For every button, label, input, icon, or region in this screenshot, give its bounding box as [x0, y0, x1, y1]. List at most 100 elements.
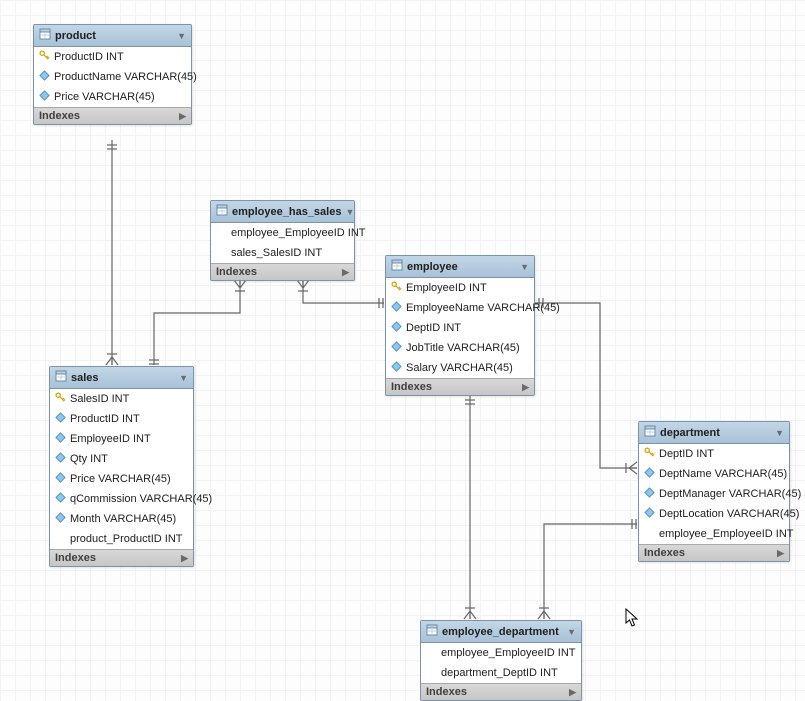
table-header[interactable]: product▼ [34, 25, 191, 47]
column-row[interactable]: ProductID INT [50, 409, 193, 429]
table-product[interactable]: product▼ ProductID INT ProductName VARCHAR… [33, 24, 192, 125]
collapse-arrow-icon[interactable]: ▼ [775, 428, 784, 438]
column-text: sales_SalesID INT [231, 247, 322, 259]
column-text: ProductName VARCHAR(45) [54, 71, 197, 83]
column-row[interactable]: DeptID INT [386, 318, 534, 338]
collapse-arrow-icon[interactable]: ▼ [345, 207, 354, 217]
column-row[interactable]: DeptName VARCHAR(45) [639, 464, 789, 484]
column-row[interactable]: JobTitle VARCHAR(45) [386, 338, 534, 358]
column-row[interactable]: employee_EmployeeID INT [211, 223, 354, 243]
column-text: EmployeeID INT [70, 433, 151, 445]
column-row[interactable]: DeptLocation VARCHAR(45) [639, 504, 789, 524]
indexes-label: Indexes [426, 686, 569, 698]
column-row[interactable]: SalesID INT [50, 389, 193, 409]
column-row[interactable]: EmployeeID INT [50, 429, 193, 449]
diamond-icon [391, 341, 402, 355]
key-icon [391, 281, 402, 295]
column-text: department_DeptID INT [441, 667, 558, 679]
table-header[interactable]: employee_department ▼ [421, 621, 581, 643]
expand-arrow-icon[interactable]: ▶ [777, 548, 784, 559]
column-text: employee_EmployeeID INT [231, 227, 366, 239]
column-row[interactable]: Price VARCHAR(45) [34, 87, 191, 107]
column-row[interactable]: EmployeeID INT [386, 278, 534, 298]
expand-arrow-icon[interactable]: ▶ [522, 382, 529, 393]
table-icon [644, 425, 656, 440]
key-icon [644, 447, 655, 461]
indexes-label: Indexes [55, 552, 181, 564]
column-text: DeptID INT [406, 322, 461, 334]
table-icon [426, 624, 438, 639]
table-icon [391, 259, 403, 274]
table-header[interactable]: employee_has_sales ▼ [211, 201, 354, 223]
column-row[interactable]: Qty INT [50, 449, 193, 469]
column-text: product_ProductID INT [70, 533, 183, 545]
collapse-arrow-icon[interactable]: ▼ [177, 31, 186, 41]
diamond-icon [55, 452, 66, 466]
indexes-footer[interactable]: Indexes▶ [639, 544, 789, 561]
indexes-label: Indexes [644, 547, 777, 559]
column-text: qCommission VARCHAR(45) [70, 493, 212, 505]
indexes-label: Indexes [391, 381, 522, 393]
table-department[interactable]: department ▼ DeptID INTDeptName VARCHAR(45… [638, 421, 790, 562]
table-header[interactable]: employee▼ [386, 256, 534, 278]
indexes-footer[interactable]: Indexes▶ [34, 107, 191, 124]
column-row[interactable]: department_DeptID INT [421, 663, 581, 683]
column-row[interactable]: qCommission VARCHAR(45) [50, 489, 193, 509]
indexes-footer[interactable]: Indexes▶ [386, 378, 534, 395]
table-title: sales [71, 372, 175, 384]
column-text: ProductID INT [54, 51, 124, 63]
column-text: Price VARCHAR(45) [70, 473, 171, 485]
table-employee[interactable]: employee▼EmployeeID INTEmployeeName VARC… [385, 255, 535, 396]
column-row[interactable]: employee_EmployeeID INT [639, 524, 789, 544]
expand-arrow-icon[interactable]: ▶ [569, 687, 576, 698]
diamond-icon [39, 90, 50, 104]
table-icon [216, 204, 228, 219]
collapse-arrow-icon[interactable]: ▼ [520, 262, 529, 272]
table-employee_department[interactable]: employee_department ▼ employee_EmployeeID … [420, 620, 582, 701]
diamond-icon [55, 412, 66, 426]
key-icon [39, 50, 50, 64]
column-row[interactable]: Month VARCHAR(45) [50, 509, 193, 529]
table-title: employee_has_sales [232, 206, 341, 218]
column-row[interactable]: DeptID INT [639, 444, 789, 464]
column-text: Qty INT [70, 453, 108, 465]
blank-icon [426, 666, 437, 680]
table-icon [55, 370, 67, 385]
column-text: ProductID INT [70, 413, 140, 425]
indexes-footer[interactable]: Indexes▶ [50, 549, 193, 566]
diamond-icon [391, 321, 402, 335]
column-row[interactable]: Salary VARCHAR(45) [386, 358, 534, 378]
column-text: employee_EmployeeID INT [659, 528, 794, 540]
collapse-arrow-icon[interactable]: ▼ [567, 627, 576, 637]
blank-icon [426, 646, 437, 660]
column-text: Month VARCHAR(45) [70, 513, 176, 525]
blank-icon [216, 226, 227, 240]
collapse-arrow-icon[interactable]: ▼ [179, 373, 188, 383]
column-row[interactable]: ProductID INT [34, 47, 191, 67]
column-row[interactable]: sales_SalesID INT [211, 243, 354, 263]
column-text: SalesID INT [70, 393, 129, 405]
expand-arrow-icon[interactable]: ▶ [342, 267, 349, 278]
column-text: Salary VARCHAR(45) [406, 362, 513, 374]
column-row[interactable]: Price VARCHAR(45) [50, 469, 193, 489]
expand-arrow-icon[interactable]: ▶ [179, 111, 186, 122]
table-sales[interactable]: sales ▼ SalesID INT ProductID INT EmployeeID… [49, 366, 194, 567]
table-icon [39, 28, 51, 43]
table-header[interactable]: sales ▼ [50, 367, 193, 389]
column-row[interactable]: product_ProductID INT [50, 529, 193, 549]
column-text: DeptManager VARCHAR(45) [659, 488, 801, 500]
table-employee_has_sales[interactable]: employee_has_sales ▼ employee_EmployeeID I… [210, 200, 355, 281]
column-row[interactable]: employee_EmployeeID INT [421, 643, 581, 663]
diamond-icon [55, 512, 66, 526]
table-header[interactable]: department ▼ [639, 422, 789, 444]
table-title: employee_department [442, 626, 563, 638]
column-row[interactable]: ProductName VARCHAR(45) [34, 67, 191, 87]
table-title: department [660, 427, 771, 439]
diamond-icon [644, 467, 655, 481]
column-row[interactable]: DeptManager VARCHAR(45) [639, 484, 789, 504]
indexes-footer[interactable]: Indexes▶ [211, 263, 354, 280]
column-row[interactable]: EmployeeName VARCHAR(45) [386, 298, 534, 318]
indexes-label: Indexes [39, 110, 179, 122]
indexes-label: Indexes [216, 266, 342, 278]
expand-arrow-icon[interactable]: ▶ [181, 553, 188, 564]
